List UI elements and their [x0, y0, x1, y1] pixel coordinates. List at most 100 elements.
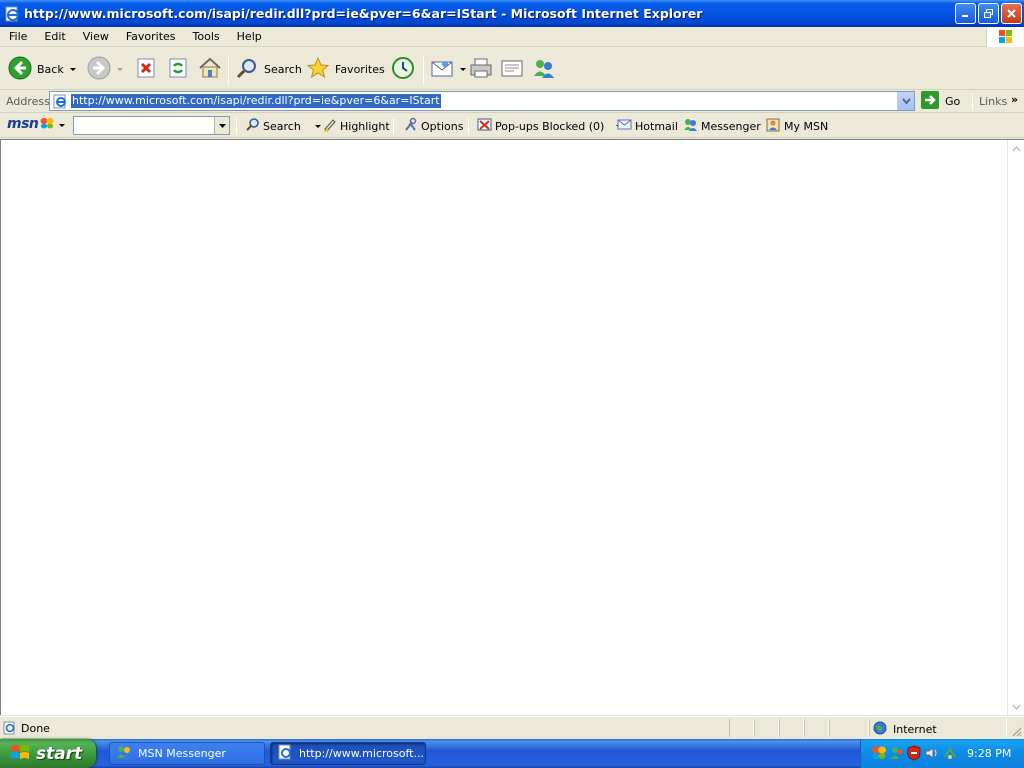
home-icon	[198, 56, 222, 83]
start-button[interactable]: start	[0, 739, 96, 768]
address-label: Address	[6, 95, 50, 108]
forward-arrow-icon	[87, 56, 111, 83]
menu-edit[interactable]: Edit	[35, 30, 73, 43]
edit-button[interactable]	[500, 52, 524, 86]
standard-toolbar: Back Search Favorites	[0, 48, 1024, 90]
restore-button[interactable]	[978, 3, 999, 24]
links-chevron-icon[interactable]: »	[1011, 93, 1018, 106]
status-pane	[729, 719, 754, 737]
mail-icon	[430, 56, 454, 83]
resize-grip-icon[interactable]	[1010, 725, 1022, 737]
minimize-button[interactable]	[955, 3, 976, 24]
address-url[interactable]: http://www.microsoft.com/isapi/redir.dll…	[71, 94, 441, 108]
menu-view[interactable]: View	[74, 30, 117, 43]
msn-search-dropdown-button[interactable]	[214, 117, 229, 134]
msn-search-label: Search	[263, 119, 301, 133]
search-icon	[235, 56, 259, 83]
go-button[interactable]: Go	[921, 90, 960, 112]
messenger-button[interactable]	[532, 52, 556, 86]
task-label: http://www.microsoft...	[299, 747, 424, 760]
links-label[interactable]: Links	[979, 95, 1007, 108]
highlighter-icon	[322, 117, 337, 135]
edit-page-icon	[500, 56, 524, 83]
options-button[interactable]: Options	[403, 117, 463, 135]
vertical-scrollbar[interactable]	[1007, 140, 1024, 715]
msn-search-button[interactable]: Search	[245, 117, 321, 135]
history-button[interactable]	[391, 52, 415, 86]
highlight-label: Highlight	[340, 119, 390, 133]
messenger-toolbar-button[interactable]: Messenger	[683, 117, 761, 135]
popups-blocked-button[interactable]: Pop-ups Blocked (0)	[477, 117, 623, 135]
address-dropdown-button[interactable]	[897, 92, 914, 110]
printer-icon	[469, 56, 493, 83]
favorites-button[interactable]: Favorites	[306, 52, 385, 86]
refresh-icon	[167, 57, 189, 82]
mail-dropdown-icon[interactable]	[460, 67, 466, 71]
links-separator	[972, 93, 973, 110]
address-bar: Address http://www.microsoft.com/isapi/r…	[0, 90, 1024, 113]
address-field[interactable]: http://www.microsoft.com/isapi/redir.dll…	[49, 91, 915, 111]
close-button[interactable]	[1001, 3, 1022, 24]
options-label: Options	[421, 119, 464, 133]
status-text: Done	[21, 722, 50, 735]
security-shield-icon[interactable]	[906, 745, 922, 761]
menu-help[interactable]: Help	[228, 30, 270, 43]
go-arrow-icon	[921, 90, 939, 112]
globe-icon	[873, 721, 887, 738]
task-label: MSN Messenger	[138, 747, 226, 760]
msn-separator	[236, 118, 237, 134]
search-button[interactable]: Search	[235, 52, 302, 86]
ie-page-icon	[277, 744, 293, 763]
search-label: Search	[264, 62, 302, 76]
menu-favorites[interactable]: Favorites	[117, 30, 184, 43]
page-content-area[interactable]	[0, 139, 1024, 715]
msn-menu-dropdown-icon[interactable]	[59, 124, 65, 127]
msn-search-options-dropdown-icon[interactable]	[314, 124, 321, 128]
ie-page-icon	[53, 94, 68, 109]
msn-separator	[393, 118, 394, 134]
back-button[interactable]: Back	[8, 52, 76, 86]
taskbar-button-msn-messenger[interactable]: MSN Messenger	[109, 742, 265, 765]
hotmail-button[interactable]: Hotmail	[617, 117, 678, 135]
hotmail-label: Hotmail	[635, 119, 678, 133]
title-bar[interactable]: http://www.microsoft.com/isapi/redir.dll…	[0, 0, 1024, 27]
page-done-icon	[3, 721, 17, 735]
msn-logo[interactable]: msn	[7, 116, 39, 134]
my-msn-label: My MSN	[784, 119, 829, 133]
history-icon	[391, 56, 415, 83]
print-button[interactable]	[469, 52, 493, 86]
mail-button[interactable]	[430, 52, 466, 86]
my-msn-button[interactable]: My MSN	[766, 117, 828, 135]
zone-label: Internet	[893, 723, 937, 736]
windows-logo-icon	[986, 27, 1024, 47]
msn-butterfly-icon	[40, 117, 54, 132]
menu-tools[interactable]: Tools	[184, 30, 228, 43]
messenger-label: Messenger	[701, 119, 761, 133]
windows-flag-icon	[10, 743, 30, 764]
taskbar-button-internet-explorer[interactable]: http://www.microsoft...	[270, 742, 426, 765]
toolbar-separator	[423, 56, 424, 84]
speaker-icon[interactable]	[924, 745, 940, 761]
status-pane	[754, 719, 779, 737]
home-button[interactable]	[198, 52, 222, 86]
highlight-button[interactable]: Highlight	[322, 117, 390, 135]
menu-bar: File Edit View Favorites Tools Help	[0, 27, 1024, 47]
ie-page-icon	[4, 6, 20, 22]
network-tray-icon[interactable]	[942, 745, 958, 761]
forward-button[interactable]	[87, 52, 123, 86]
msn-search-input[interactable]	[73, 116, 230, 135]
messenger-tray-icon[interactable]	[889, 745, 905, 761]
popup-blocker-icon	[477, 117, 492, 135]
refresh-button[interactable]	[167, 52, 189, 86]
taskbar: start MSN Messenger http://www.microsoft…	[0, 739, 1024, 768]
scroll-down-arrow-icon[interactable]	[1009, 699, 1024, 714]
menu-file[interactable]: File	[0, 30, 35, 43]
back-dropdown-icon[interactable]	[69, 67, 76, 71]
search-icon	[245, 117, 260, 135]
my-msn-person-icon	[766, 117, 781, 135]
forward-dropdown-icon[interactable]	[117, 67, 123, 71]
stop-button[interactable]	[135, 52, 157, 86]
scroll-up-arrow-icon[interactable]	[1009, 141, 1024, 156]
envelope-icon	[617, 117, 632, 135]
msn-butterfly-tray-icon[interactable]	[871, 745, 887, 761]
